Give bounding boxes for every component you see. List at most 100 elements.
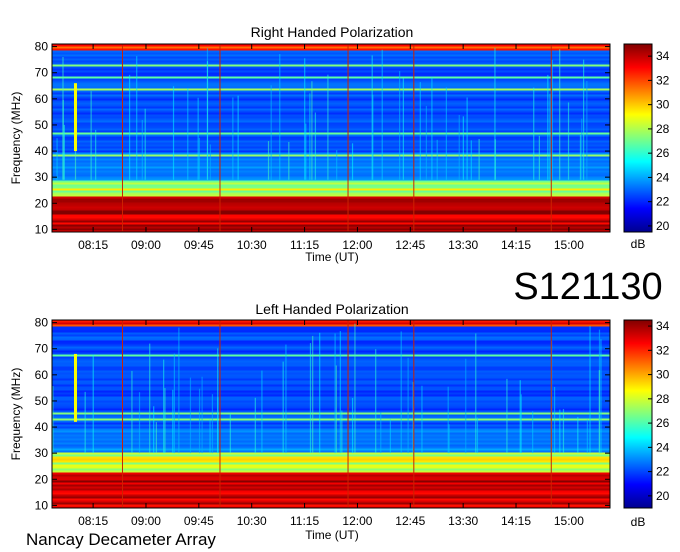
spectrum-streak — [559, 409, 561, 454]
spectrum-streak — [232, 97, 234, 180]
spectrum-streak — [90, 91, 92, 180]
spectrum-streak — [547, 74, 549, 180]
x-tick-label: 10:30 — [237, 514, 267, 528]
panel-right-polarization: Right Handed Polarization 08:15 09:00 09:4… — [9, 24, 670, 264]
spectrum-streak — [138, 392, 141, 454]
spectrum-streak — [314, 112, 316, 180]
spectrum-streak — [288, 141, 290, 180]
y-tick-label: 40 — [35, 420, 49, 434]
spectrum-streak — [153, 406, 155, 454]
colorbar-tick-label: 28 — [656, 122, 670, 136]
spectrum-streak — [549, 93, 551, 180]
y-tick-label: 50 — [35, 118, 49, 132]
spectrum-streak — [389, 419, 391, 454]
spectrum-streak — [336, 150, 338, 180]
spectrum-streak — [201, 376, 203, 454]
spectrum-streak — [579, 135, 582, 180]
spectrum-streak — [229, 413, 231, 454]
spectrum-streak — [155, 422, 157, 454]
spectrum-streak — [436, 139, 438, 180]
spectrum-streak — [494, 139, 496, 180]
radio-burst — [73, 353, 77, 422]
spectrum-streak — [476, 417, 479, 454]
spectrum-streak — [421, 385, 423, 454]
footer-label: Nancay Decameter Array — [26, 530, 216, 549]
spectrum-streak — [600, 339, 602, 454]
colorbar-tick-label: 20 — [656, 219, 670, 233]
spectrum-streak — [172, 86, 175, 180]
spectrum-streak — [586, 80, 588, 180]
spectrum-streak — [172, 389, 174, 454]
x-tick-label: 08:15 — [78, 514, 108, 528]
spectrum-streak — [577, 416, 579, 454]
spectrum-streak — [598, 370, 600, 454]
spectrum-streak — [335, 365, 337, 454]
spectrum-streak — [375, 349, 377, 454]
spectrum-streak — [136, 56, 138, 180]
spectrum-streak — [197, 97, 199, 180]
spectrum-streak — [506, 378, 508, 454]
spectrum-streak — [462, 116, 464, 180]
spectrum-streak — [206, 61, 209, 180]
spectrum-streak — [217, 397, 219, 454]
y-tick-label: 10 — [35, 222, 49, 236]
spectrum-streak — [63, 124, 65, 180]
colorbar-tick-label: 32 — [656, 73, 670, 87]
spectrum-streak — [92, 354, 94, 454]
y-tick-label: 30 — [35, 170, 49, 184]
spectrum-streak — [354, 323, 356, 454]
spectrum-streak — [237, 95, 239, 180]
spectrum-streak — [304, 58, 306, 180]
y-tick-label: 10 — [35, 498, 49, 512]
x-tick-label: 12:45 — [395, 238, 425, 252]
spectrum-streak — [448, 424, 450, 454]
spectrum-streak — [189, 377, 192, 454]
spectrum-streak — [309, 343, 312, 454]
colorbar-tick-label: 30 — [656, 368, 670, 382]
spectrum-streak — [475, 333, 477, 454]
colorbar-tick-label: 32 — [656, 343, 670, 357]
colorbar-tick-label: 24 — [656, 170, 670, 184]
x-axis-label: Time (UT) — [305, 250, 359, 264]
spectrum-streak — [533, 87, 535, 180]
spectrum-streak — [551, 59, 553, 180]
x-tick-label: 14:15 — [501, 238, 531, 252]
spectrum-streak — [381, 49, 383, 180]
spectrum-streak — [270, 85, 272, 180]
colorbar-tick-label: 34 — [656, 49, 670, 63]
spectrum-streak — [581, 118, 583, 180]
spectrum-streak — [261, 370, 263, 454]
x-tick-label: 11:15 — [290, 514, 319, 528]
spectrogram-plot — [51, 319, 611, 509]
x-tick-label: 09:45 — [184, 514, 214, 528]
spectrum-streak — [198, 137, 200, 180]
spectrum-streak — [466, 97, 468, 180]
x-tick-label: 12:00 — [342, 514, 372, 528]
spectrum-streak — [562, 409, 565, 454]
spectrum-streak — [567, 102, 570, 180]
y-tick-label: 60 — [35, 368, 49, 382]
spectrum-streak — [339, 331, 341, 454]
spectrum-streak — [341, 410, 343, 454]
y-tick-label: 20 — [35, 196, 49, 210]
spectrogram-image — [52, 44, 610, 233]
spectrum-streak — [309, 93, 311, 180]
spectrum-streak — [56, 138, 58, 180]
spectrum-streak — [209, 144, 211, 180]
x-tick-label: 10:30 — [237, 238, 267, 252]
station-code: S121130 — [513, 266, 662, 308]
x-tick-label: 09:00 — [131, 514, 161, 528]
spectrum-streak — [285, 344, 287, 454]
x-tick-label: 13:30 — [448, 238, 478, 252]
spectrum-streak — [211, 394, 214, 454]
spectrum-streak — [425, 105, 427, 180]
spectrum-streak — [478, 139, 480, 180]
spectrum-streak — [351, 143, 354, 180]
spectrum-streak — [586, 419, 588, 454]
spectrum-streak — [399, 71, 401, 180]
spectrum-streak — [311, 81, 313, 180]
radio-burst — [73, 83, 77, 152]
spectrum-streak — [254, 397, 256, 454]
x-tick-label: 14:15 — [501, 514, 531, 528]
chart-title: Right Handed Polarization — [251, 24, 414, 40]
